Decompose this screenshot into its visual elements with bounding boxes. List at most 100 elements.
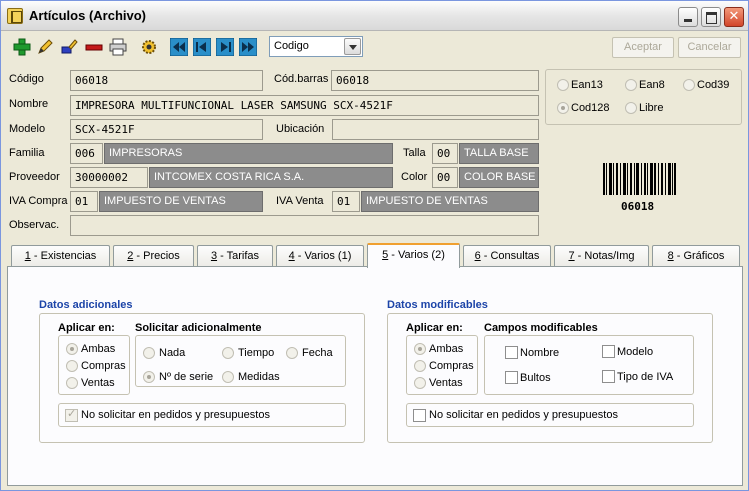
radio-medidas[interactable] xyxy=(222,371,234,383)
cancel-button[interactable]: Cancelar xyxy=(678,37,741,58)
add-icon[interactable] xyxy=(11,36,31,56)
campo-modelo-label: Modelo xyxy=(617,346,654,358)
codbarras-field[interactable]: 06018 xyxy=(331,70,539,91)
color-label: Color xyxy=(401,171,428,183)
last-record-icon[interactable] xyxy=(237,36,257,56)
title-bar: Artículos (Archivo) ✕ xyxy=(1,1,748,31)
tab-panel-varios-2: Datos adicionales Aplicar en: Ambas Comp… xyxy=(7,266,743,486)
window-title: Artículos (Archivo) xyxy=(29,8,147,23)
radio-numero-serie[interactable] xyxy=(143,371,155,383)
proveedor-label: Proveedor xyxy=(9,171,60,183)
edit-pencil-icon[interactable] xyxy=(34,36,54,56)
barcode-text: 06018 xyxy=(621,200,655,213)
left-radio-ventas[interactable] xyxy=(66,377,78,389)
ubicacion-field[interactable] xyxy=(332,119,539,140)
campo-nombre-label: Nombre xyxy=(520,347,560,359)
ubicacion-label: Ubicación xyxy=(276,123,325,135)
nombre-label: Nombre xyxy=(9,98,49,110)
proveedor-name-field: INTCOMEX COSTA RICA S.A. xyxy=(149,167,393,188)
right-no-solicitar-checkbox[interactable] xyxy=(413,409,426,422)
next-record-icon[interactable] xyxy=(214,36,234,56)
left-radio-compras[interactable] xyxy=(66,360,78,372)
bultos-checkbox[interactable] xyxy=(505,371,518,384)
tab-graficos[interactable]: 8 - Gráficos xyxy=(652,245,740,267)
tab-consultas[interactable]: 6 - Consultas xyxy=(463,245,551,267)
tab-varios-2[interactable]: 5 - Varios (2) xyxy=(367,243,460,268)
familia-code-field[interactable]: 006 xyxy=(70,143,103,164)
campo-tipo-iva-label: Tipo de IVA xyxy=(617,371,674,383)
modelo-field[interactable]: SCX-4521F xyxy=(70,119,263,140)
articulos-window: Artículos (Archivo) ✕ Codigo Aceptar Can… xyxy=(0,0,749,491)
observac-field[interactable] xyxy=(70,215,539,236)
familia-label: Familia xyxy=(9,147,45,159)
talla-label: Talla xyxy=(403,147,426,159)
radio-nada[interactable] xyxy=(143,347,155,359)
right-no-solicitar-label: No solicitar en pedidos y presupuestos xyxy=(429,409,618,421)
medidas-label: Medidas xyxy=(238,371,280,383)
radio-cod128[interactable] xyxy=(557,102,569,114)
nombre-field[interactable]: IMPRESORA MULTIFUNCIONAL LASER SAMSUNG S… xyxy=(70,95,539,116)
codbarras-label: Cód.barras xyxy=(274,73,329,85)
tab-notas-img[interactable]: 7 - Notas/Img xyxy=(554,245,649,267)
ean8-label: Ean8 xyxy=(639,79,665,91)
color-name-field: COLOR BASE xyxy=(459,167,539,188)
talla-code-field[interactable]: 00 xyxy=(432,143,458,164)
iva-compra-code-field[interactable]: 01 xyxy=(70,191,98,212)
iva-venta-name-field: IMPUESTO DE VENTAS xyxy=(361,191,539,212)
tab-strip: 1 - Existencias 2 - Precios 3 - Tarifas … xyxy=(1,243,748,268)
tab-precios[interactable]: 2 - Precios xyxy=(113,245,194,267)
right-aplicar-title: Aplicar en: xyxy=(406,322,463,334)
right-ambas-label: Ambas xyxy=(429,343,464,355)
radio-ean13[interactable] xyxy=(557,79,569,91)
order-by-select[interactable]: Codigo xyxy=(269,36,363,57)
modelo-checkbox[interactable] xyxy=(602,345,615,358)
tab-existencias[interactable]: 1 - Existencias xyxy=(11,245,110,267)
settings-gear-icon[interactable] xyxy=(138,36,158,56)
datos-modificables-title: Datos modificables xyxy=(387,299,488,311)
minimize-button[interactable] xyxy=(678,7,698,27)
radio-cod39[interactable] xyxy=(683,79,695,91)
toolbar: Codigo Aceptar Cancelar xyxy=(1,32,748,63)
cod128-label: Cod128 xyxy=(571,102,610,114)
previous-record-icon[interactable] xyxy=(191,36,211,56)
libre-label: Libre xyxy=(639,102,664,114)
color-code-field[interactable]: 00 xyxy=(432,167,458,188)
right-radio-ambas[interactable] xyxy=(414,343,426,355)
print-icon[interactable] xyxy=(107,36,127,56)
observac-label: Observac. xyxy=(9,219,60,231)
familia-name-field: IMPRESORAS xyxy=(104,143,393,164)
iva-compra-label: IVA Compra xyxy=(9,195,68,207)
delete-icon[interactable] xyxy=(83,36,103,56)
ean13-label: Ean13 xyxy=(571,79,603,91)
maximize-button[interactable] xyxy=(701,7,721,27)
right-radio-compras[interactable] xyxy=(414,360,426,372)
datos-adicionales-title: Datos adicionales xyxy=(39,299,133,311)
chevron-down-icon[interactable] xyxy=(344,38,361,55)
nada-label: Nada xyxy=(159,347,186,359)
tab-tarifas[interactable]: 3 - Tarifas xyxy=(197,245,273,267)
proveedor-code-field[interactable]: 30000002 xyxy=(70,167,148,188)
radio-libre[interactable] xyxy=(625,102,637,114)
close-button[interactable]: ✕ xyxy=(724,7,744,27)
iva-venta-label: IVA Venta xyxy=(276,195,324,207)
radio-fecha[interactable] xyxy=(286,347,298,359)
right-compras-label: Compras xyxy=(429,360,474,372)
nombre-checkbox[interactable] xyxy=(505,346,518,359)
app-icon xyxy=(7,8,23,24)
accept-button[interactable]: Aceptar xyxy=(612,37,674,58)
radio-tiempo[interactable] xyxy=(222,347,234,359)
radio-ean8[interactable] xyxy=(625,79,637,91)
edit-brush-icon[interactable] xyxy=(58,36,78,56)
left-aplicar-title: Aplicar en: xyxy=(58,322,115,334)
right-radio-ventas[interactable] xyxy=(414,377,426,389)
right-ventas-label: Ventas xyxy=(429,377,463,389)
iva-venta-code-field[interactable]: 01 xyxy=(332,191,360,212)
first-record-icon[interactable] xyxy=(168,36,188,56)
codigo-field[interactable]: 06018 xyxy=(70,70,263,91)
left-no-solicitar-label: No solicitar en pedidos y presupuestos xyxy=(81,409,270,421)
tipo-iva-checkbox[interactable] xyxy=(602,370,615,383)
tab-varios-1[interactable]: 4 - Varios (1) xyxy=(276,245,364,267)
left-no-solicitar-checkbox[interactable] xyxy=(65,407,78,422)
left-radio-ambas[interactable] xyxy=(66,343,78,355)
left-compras-label: Compras xyxy=(81,360,126,372)
